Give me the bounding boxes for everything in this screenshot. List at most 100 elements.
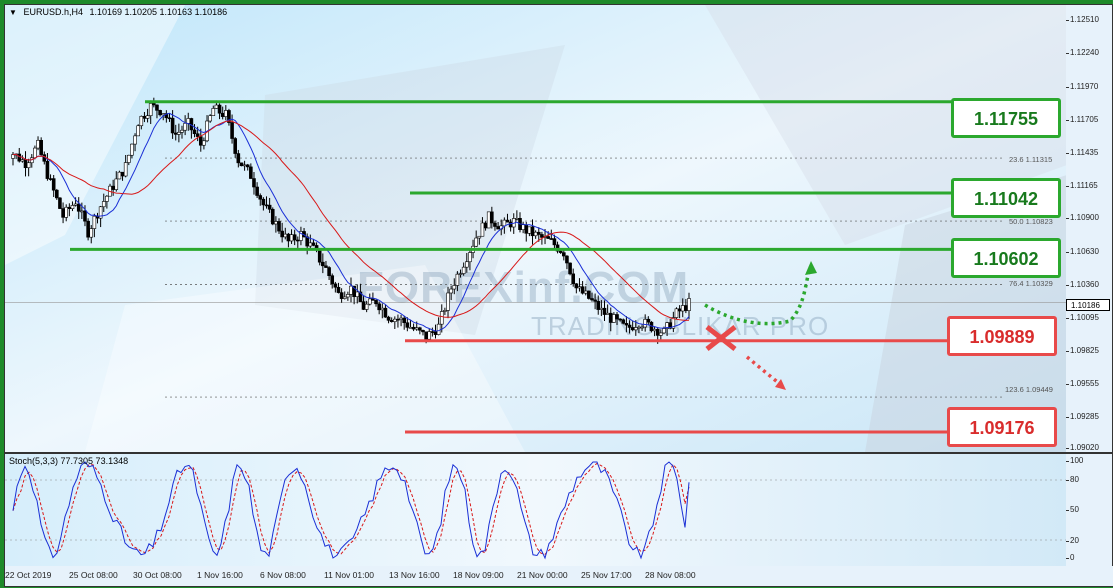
- time-label: 30 Oct 08:00: [133, 570, 182, 580]
- price-tick: 1.11705: [1066, 115, 1099, 124]
- candle-body: [339, 292, 344, 299]
- candle-body: [684, 305, 688, 311]
- candle-body: [490, 211, 494, 224]
- candle-body: [324, 265, 328, 268]
- candle-body: [308, 242, 313, 247]
- candle-body: [101, 201, 106, 208]
- candle-body: [367, 298, 372, 305]
- candle-body: [245, 164, 250, 168]
- candle-body: [474, 237, 478, 247]
- candle-body: [662, 328, 666, 334]
- level-box-1-11755[interactable]: 1.11755: [951, 98, 1061, 138]
- candle-body: [443, 310, 447, 312]
- candle-body: [292, 234, 297, 241]
- candle-body: [558, 250, 563, 253]
- candle-body: [258, 195, 263, 200]
- candle-body: [305, 236, 309, 247]
- candle-body: [530, 226, 535, 237]
- price-tick: 1.10630: [1066, 247, 1099, 256]
- price-tick: 1.09020: [1066, 443, 1099, 452]
- candle-body: [371, 298, 375, 301]
- candle-body: [424, 331, 428, 340]
- candle-body: [458, 273, 463, 275]
- price-tick: 1.09285: [1066, 412, 1099, 421]
- level-box-1-09889[interactable]: 1.09889: [947, 316, 1057, 356]
- time-label: 22 Oct 2019: [5, 570, 52, 580]
- stochastic-pane[interactable]: Stoch(5,3,3) 77.7305 73.1348: [4, 453, 1068, 567]
- stoch-plot: [5, 461, 1067, 560]
- candle-body: [158, 110, 162, 116]
- candle-body: [145, 115, 150, 119]
- candle-body: [393, 318, 397, 322]
- candle-body: [687, 298, 691, 311]
- candle-body: [630, 327, 635, 331]
- candle-body: [427, 331, 432, 340]
- candle-body: [521, 224, 525, 230]
- candle-body: [111, 185, 115, 190]
- triangle-down-icon[interactable]: ▼: [9, 8, 17, 17]
- candle-body: [549, 238, 554, 240]
- price-tick: 1.09825: [1066, 346, 1099, 355]
- candle-body: [436, 323, 441, 335]
- level-box-1-10602[interactable]: 1.10602: [951, 238, 1061, 278]
- price-axis[interactable]: 1.12510 1.12240 1.11970 1.11705 1.11435 …: [1066, 4, 1113, 453]
- candle-body: [399, 317, 403, 320]
- candle-body: [261, 198, 266, 206]
- level-box-1-11042[interactable]: 1.11042: [951, 178, 1061, 218]
- stoch-header: Stoch(5,3,3) 77.7305 73.1348: [9, 456, 129, 466]
- candle-body: [621, 319, 626, 324]
- candle-body: [152, 103, 156, 106]
- candle-body: [211, 108, 216, 116]
- candle-body: [496, 226, 500, 230]
- level-box-1-09176[interactable]: 1.09176: [947, 407, 1057, 447]
- forecast-up-arrow: [704, 266, 812, 326]
- stoch-tick: 20: [1066, 536, 1079, 545]
- candle-body: [643, 318, 647, 328]
- candle-body: [418, 327, 422, 331]
- candle-body: [580, 286, 585, 294]
- candle-body: [80, 210, 84, 213]
- candle-body: [36, 139, 40, 149]
- time-label: 11 Nov 01:00: [324, 570, 374, 580]
- candle-body: [264, 204, 269, 207]
- candle-body: [552, 238, 557, 246]
- time-label: 18 Nov 09:00: [453, 570, 504, 580]
- stoch-axis: 100 80 50 20 0: [1066, 453, 1113, 567]
- fib-label-23-6: 23.6 1.11315: [1009, 155, 1053, 164]
- candle-body: [183, 123, 187, 131]
- stoch-tick: 50: [1066, 505, 1079, 514]
- candle-body: [568, 262, 572, 275]
- chart-window: FOREXinf.COM TRADING BLIKAR PRO 23.6 1.1…: [0, 0, 1113, 588]
- candle-body: [202, 140, 206, 146]
- candle-body: [195, 133, 200, 137]
- candle-body: [311, 242, 316, 246]
- candle-body: [346, 294, 350, 298]
- candle-body: [421, 329, 425, 333]
- candle-body: [355, 291, 360, 297]
- stoch-tick: 80: [1066, 475, 1079, 484]
- candle-body: [214, 104, 219, 109]
- candle-body: [64, 206, 69, 218]
- candle-body: [289, 234, 294, 242]
- stoch-signal-line: [12, 462, 690, 555]
- candle-body: [655, 328, 660, 336]
- chart-header: ▼ EURUSD.h,H4 1.10169 1.10205 1.10163 1.…: [9, 7, 231, 17]
- candle-body: [618, 318, 622, 321]
- candle-body: [277, 221, 281, 232]
- candle-body: [239, 162, 244, 167]
- candle-body: [493, 222, 497, 227]
- candle-body: [627, 324, 632, 328]
- candle-body: [546, 236, 550, 239]
- candle-body: [515, 218, 519, 220]
- candle-body: [173, 132, 178, 135]
- candle-body: [587, 290, 591, 299]
- time-label: 25 Oct 08:00: [69, 570, 118, 580]
- time-label: 21 Nov 00:00: [517, 570, 568, 580]
- candle-body: [321, 261, 325, 267]
- candle-body: [177, 131, 181, 135]
- candle-body: [61, 208, 65, 218]
- candle-body: [386, 316, 391, 321]
- candle-body: [142, 115, 147, 119]
- ohlc-values: 1.10169 1.10205 1.10163 1.10186: [89, 7, 228, 17]
- price-chart-pane[interactable]: FOREXinf.COM TRADING BLIKAR PRO 23.6 1.1…: [4, 4, 1068, 453]
